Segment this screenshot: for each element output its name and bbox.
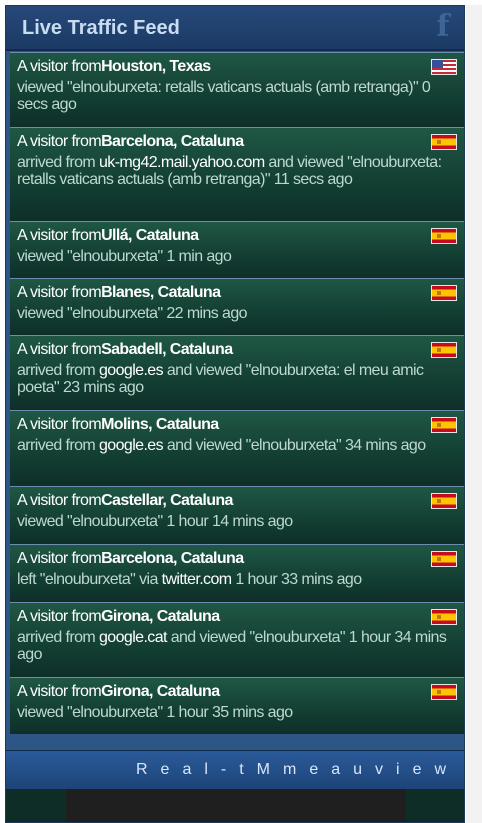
referrer-link[interactable]: google.es [99,362,164,379]
referrer-link[interactable]: uk-mg42.mail.yahoo.com [99,154,265,171]
visitor-place[interactable]: Blanes, Cataluna [101,284,221,301]
spain-flag-icon [431,285,457,301]
us-flag-icon [431,59,457,75]
visitor-prefix: A visitor from [17,227,102,244]
visit-detail: viewed "elnouburxeta" 1 min ago [17,248,455,265]
visitor-prefix: A visitor from [17,341,102,358]
visitor-place[interactable]: Sabadell, Cataluna [101,341,233,358]
visitor-location-line: A visitor fromMolins, Cataluna [17,415,455,435]
spain-flag-icon [431,684,457,700]
visit-detail-pre: left "elnouburxeta" via [17,571,162,588]
visit-detail: arrived from google.es and viewed "elnou… [17,362,455,396]
widget-footer[interactable]: Real-tMmeauview [6,750,464,789]
spain-flag-icon [431,551,457,567]
visitor-location-line: A visitor fromHouston, Texas [17,57,455,77]
scrollbar-track[interactable] [466,5,482,823]
spain-flag-icon [431,134,457,150]
visit-detail: viewed "elnouburxeta" 1 hour 35 mins ago [17,704,455,721]
visit-detail-pre: viewed "elnouburxeta" 1 min ago [17,248,232,265]
visitor-location-line: A visitor fromGirona, Cataluna [17,607,455,627]
visitor-prefix: A visitor from [17,550,102,567]
visitor-location-line: A visitor fromSabadell, Cataluna [17,340,455,360]
visitor-location-line: A visitor fromCastellar, Cataluna [17,491,455,511]
visit-detail-post: 1 hour 33 mins ago [231,571,362,588]
list-item[interactable]: A visitor fromSabadell, Cataluna arrived … [10,335,464,410]
list-item[interactable]: A visitor fromBlanes, Cataluna viewed "el… [10,278,464,335]
visit-detail: arrived from uk-mg42.mail.yahoo.com and … [17,154,455,188]
visit-detail-post: and viewed "elnouburxeta" 34 mins ago [163,437,426,454]
visit-detail-pre: viewed "elnouburxeta" 1 hour 14 mins ago [17,513,293,530]
visit-detail-pre: arrived from [17,437,99,454]
referrer-link[interactable]: twitter.com [162,571,232,588]
visitor-place[interactable]: Girona, Cataluna [101,608,220,625]
visitor-place[interactable]: Ullá, Cataluna [101,227,199,244]
widget-title: Live Traffic Feed [22,17,180,39]
visitor-list: A visitor fromHouston, Texas viewed "elno… [10,52,464,734]
visit-detail-pre: arrived from [17,154,99,171]
visit-detail-pre: arrived from [17,629,99,646]
visitor-prefix: A visitor from [17,492,102,509]
visitor-location-line: A visitor fromBarcelona, Cataluna [17,549,455,569]
visitor-prefix: A visitor from [17,683,102,700]
visit-detail-pre: viewed "elnouburxeta: retalls vaticans a… [17,79,431,113]
list-item[interactable]: A visitor fromGirona, Cataluna arrived fr… [10,602,464,677]
visitor-place[interactable]: Girona, Cataluna [101,683,220,700]
visit-detail: arrived from google.cat and viewed "elno… [17,629,455,663]
visit-detail-pre: viewed "elnouburxeta" 1 hour 35 mins ago [17,704,293,721]
visitor-location-line: A visitor fromBarcelona, Cataluna [17,132,455,152]
widget-header: Live Traffic Feed f [6,6,464,51]
visitor-location-line: A visitor fromBlanes, Cataluna [17,283,455,303]
visitor-place[interactable]: Barcelona, Cataluna [101,133,244,150]
list-item[interactable]: A visitor fromMolins, Cataluna arrived fr… [10,410,464,486]
referrer-link[interactable]: google.cat [99,629,167,646]
visit-detail-pre: arrived from [17,362,99,379]
facebook-icon[interactable]: f [432,11,454,43]
visit-detail: viewed "elnouburxeta" 1 hour 14 mins ago [17,513,455,530]
visitor-location-line: A visitor fromUllá, Cataluna [17,226,455,246]
visit-detail: arrived from google.es and viewed "elnou… [17,437,455,454]
visitor-prefix: A visitor from [17,58,102,75]
visitor-prefix: A visitor from [17,608,102,625]
bottom-bar [6,789,464,822]
live-traffic-widget: Live Traffic Feed f A visitor fromHousto… [5,5,465,823]
bottom-bar-inner [66,789,406,822]
spain-flag-icon [431,228,457,244]
list-item[interactable]: A visitor fromCastellar, Cataluna viewed … [10,486,464,544]
visitor-place[interactable]: Molins, Cataluna [101,416,219,433]
visitor-place[interactable]: Barcelona, Cataluna [101,550,244,567]
footer-label[interactable]: Real-tMmeauview [136,761,459,779]
visit-detail: viewed "elnouburxeta" 22 mins ago [17,305,455,322]
visitor-prefix: A visitor from [17,284,102,301]
spain-flag-icon [431,493,457,509]
visit-detail-pre: viewed "elnouburxeta" 22 mins ago [17,305,248,322]
list-item[interactable]: A visitor fromUllá, Cataluna viewed "elno… [10,221,464,278]
spain-flag-icon [431,417,457,433]
list-item[interactable]: A visitor fromBarcelona, Cataluna left "e… [10,544,464,602]
spain-flag-icon [431,609,457,625]
list-item[interactable]: A visitor fromBarcelona, Cataluna arrived… [10,127,464,221]
referrer-link[interactable]: google.es [99,437,164,454]
visit-detail: left "elnouburxeta" via twitter.com 1 ho… [17,571,455,588]
spain-flag-icon [431,342,457,358]
visitor-location-line: A visitor fromGirona, Cataluna [17,682,455,702]
list-item[interactable]: A visitor fromGirona, Cataluna viewed "el… [10,677,464,734]
visitor-prefix: A visitor from [17,416,102,433]
visit-detail: viewed "elnouburxeta: retalls vaticans a… [17,79,455,113]
visitor-place[interactable]: Castellar, Cataluna [101,492,233,509]
visitor-place[interactable]: Houston, Texas [101,58,211,75]
visitor-prefix: A visitor from [17,133,102,150]
list-item[interactable]: A visitor fromHouston, Texas viewed "elno… [10,52,464,127]
